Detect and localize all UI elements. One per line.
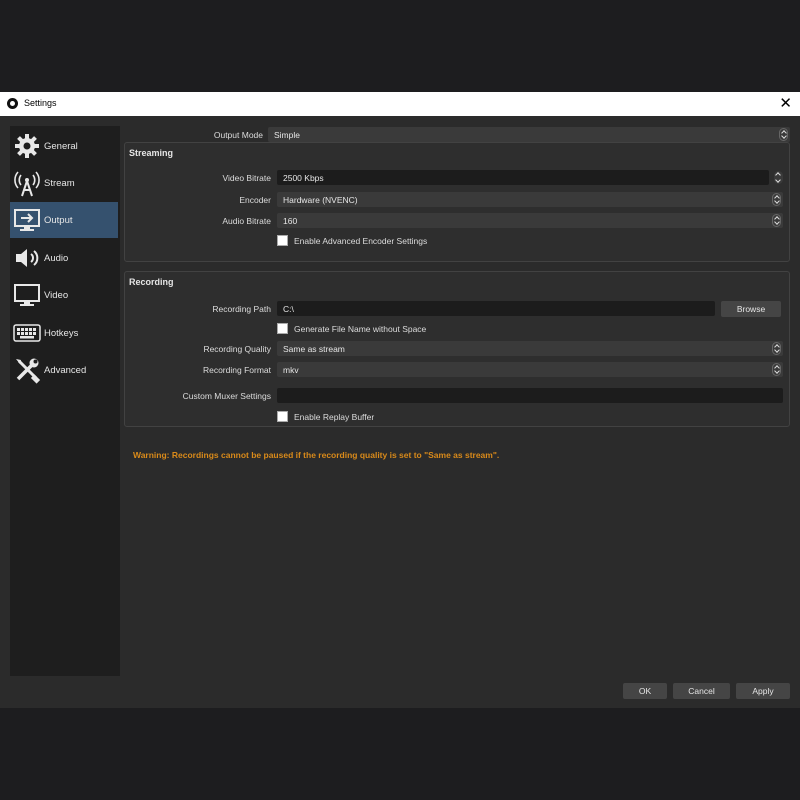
output-mode-select[interactable]: Simple bbox=[268, 127, 790, 142]
recording-quality-label: Recording Quality bbox=[203, 344, 271, 354]
browse-button[interactable]: Browse bbox=[721, 301, 781, 317]
recording-format-label: Recording Format bbox=[202, 365, 271, 375]
window-title: Settings bbox=[24, 98, 57, 108]
audio-bitrate-label: Audio Bitrate bbox=[222, 216, 271, 226]
ok-button[interactable]: OK bbox=[623, 683, 667, 699]
audio-bitrate-value: 160 bbox=[283, 215, 298, 226]
streaming-group: Streaming Video Bitrate 2500 Kbps Encode… bbox=[124, 142, 790, 262]
sidebar-item-label: Stream bbox=[44, 177, 75, 189]
keyboard-icon bbox=[12, 318, 42, 348]
tools-icon bbox=[12, 355, 42, 385]
cancel-button[interactable]: Cancel bbox=[673, 683, 730, 699]
checkbox-box bbox=[277, 235, 288, 246]
recording-path-input[interactable]: C:\ bbox=[277, 301, 715, 316]
settings-window: Settings ✕ General Stream Output Audio V… bbox=[0, 92, 800, 708]
sidebar-item-output[interactable]: Output bbox=[10, 202, 118, 238]
sidebar-item-label: General bbox=[44, 140, 78, 152]
output-mode-value: Simple bbox=[274, 129, 300, 140]
speaker-icon bbox=[12, 243, 42, 273]
advanced-encoder-label: Enable Advanced Encoder Settings bbox=[294, 235, 428, 246]
sidebar-item-label: Output bbox=[44, 214, 73, 226]
antenna-icon bbox=[12, 168, 42, 198]
sidebar-item-label: Video bbox=[44, 289, 69, 301]
recording-format-value: mkv bbox=[283, 364, 299, 375]
sidebar-item-video[interactable]: Video bbox=[10, 277, 118, 313]
recording-quality-select[interactable]: Same as stream bbox=[277, 341, 783, 356]
sidebar-item-advanced[interactable]: Advanced bbox=[10, 352, 118, 388]
output-settings-panel: Output Mode Simple Streaming Video Bitra… bbox=[124, 126, 792, 676]
recording-path-value: C:\ bbox=[283, 303, 294, 314]
video-bitrate-value: 2500 Kbps bbox=[283, 172, 324, 183]
sidebar-item-stream[interactable]: Stream bbox=[10, 165, 118, 201]
obs-logo-icon bbox=[7, 98, 18, 109]
replay-buffer-label: Enable Replay Buffer bbox=[294, 411, 375, 422]
output-monitor-icon bbox=[12, 205, 42, 235]
recording-format-select[interactable]: mkv bbox=[277, 362, 783, 377]
sidebar-item-label: Hotkeys bbox=[44, 327, 79, 339]
encoder-label: Encoder bbox=[239, 195, 271, 205]
output-mode-label: Output Mode bbox=[213, 130, 263, 140]
sidebar-item-general[interactable]: General bbox=[10, 128, 118, 164]
warning-text: Warning: Recordings cannot be paused if … bbox=[133, 450, 500, 460]
video-bitrate-label: Video Bitrate bbox=[222, 173, 271, 183]
sidebar-item-label: Audio bbox=[44, 252, 69, 264]
title-bar: Settings ✕ bbox=[0, 92, 800, 116]
apply-button[interactable]: Apply bbox=[736, 683, 790, 699]
sidebar-item-hotkeys[interactable]: Hotkeys bbox=[10, 315, 118, 351]
settings-sidebar: General Stream Output Audio Video Hotkey… bbox=[10, 126, 120, 676]
dropdown-arrows-icon bbox=[779, 128, 788, 141]
filename-nospace-checkbox[interactable]: Generate File Name without Space bbox=[277, 323, 426, 334]
checkbox-box bbox=[277, 323, 288, 334]
streaming-group-title: Streaming bbox=[129, 148, 174, 158]
video-bitrate-stepper[interactable] bbox=[774, 171, 783, 184]
video-bitrate-input[interactable]: 2500 Kbps bbox=[277, 170, 769, 185]
checkbox-box bbox=[277, 411, 288, 422]
gear-icon bbox=[12, 131, 42, 161]
recording-quality-value: Same as stream bbox=[283, 343, 345, 354]
dropdown-arrows-icon bbox=[772, 342, 781, 355]
monitor-icon bbox=[12, 280, 42, 310]
close-icon[interactable]: ✕ bbox=[779, 94, 792, 112]
sidebar-item-audio[interactable]: Audio bbox=[10, 240, 118, 276]
dropdown-arrows-icon bbox=[772, 214, 781, 227]
audio-bitrate-select[interactable]: 160 bbox=[277, 213, 783, 228]
replay-buffer-checkbox[interactable]: Enable Replay Buffer bbox=[277, 411, 374, 422]
custom-muxer-label: Custom Muxer Settings bbox=[182, 391, 271, 401]
recording-group-title: Recording bbox=[129, 277, 174, 287]
filename-nospace-label: Generate File Name without Space bbox=[294, 323, 427, 334]
sidebar-item-label: Advanced bbox=[44, 364, 87, 376]
encoder-select[interactable]: Hardware (NVENC) bbox=[277, 192, 783, 207]
advanced-encoder-checkbox[interactable]: Enable Advanced Encoder Settings bbox=[277, 235, 427, 246]
recording-path-label: Recording Path bbox=[212, 304, 271, 314]
dropdown-arrows-icon bbox=[772, 193, 781, 206]
encoder-value: Hardware (NVENC) bbox=[283, 194, 358, 205]
dropdown-arrows-icon bbox=[772, 363, 781, 376]
custom-muxer-input[interactable] bbox=[277, 388, 783, 403]
recording-group: Recording Recording Path C:\ Browse Gene… bbox=[124, 271, 790, 427]
